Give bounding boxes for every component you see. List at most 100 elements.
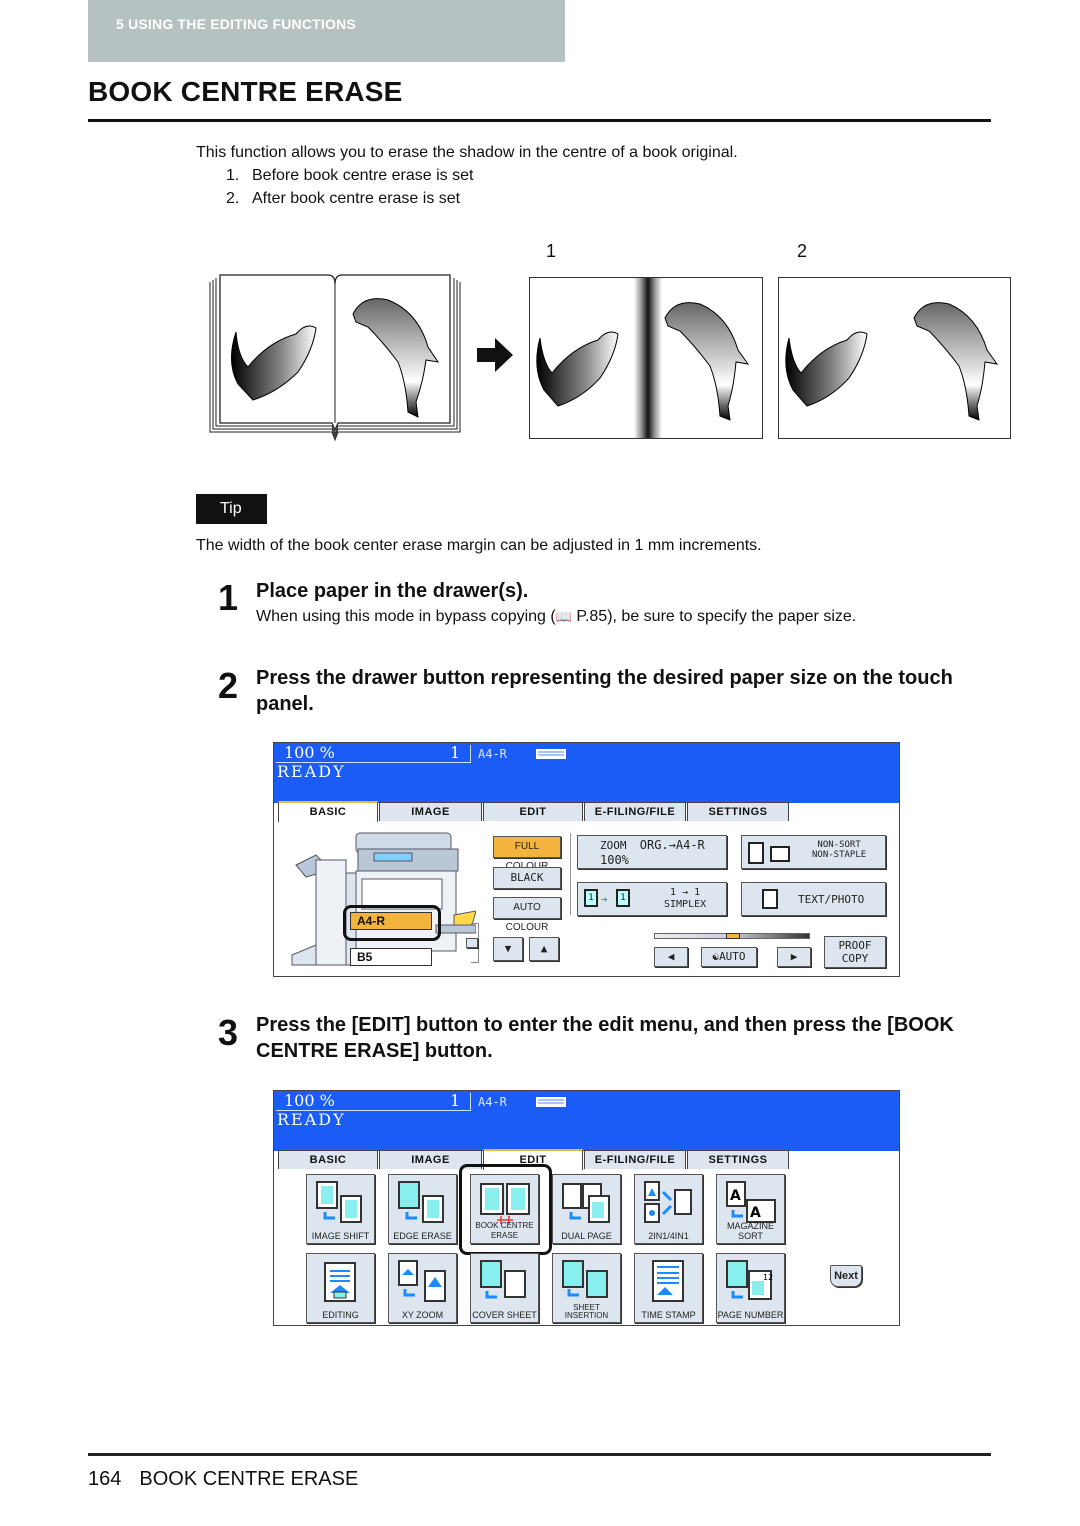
- full-colour-button[interactable]: FULL COLOUR: [493, 836, 561, 872]
- copies-readout: 1: [450, 743, 461, 762]
- sheet-insertion-button[interactable]: SHEET INSERTION: [552, 1253, 621, 1323]
- button-label: 2IN1/4IN1: [648, 1231, 689, 1241]
- list-item: 1. Before book centre erase is set: [226, 164, 738, 187]
- image-shift-button[interactable]: IMAGE SHIFT: [306, 1174, 375, 1244]
- copies-readout: 1: [450, 1091, 461, 1110]
- duplex-label: 1 → 1 SIMPLEX: [664, 887, 707, 910]
- button-label: BOOK CENTRE ERASE: [475, 1221, 534, 1240]
- editing-button[interactable]: EDITING: [306, 1253, 375, 1323]
- page-reference-link[interactable]: P.85), be sure to specify the paper size…: [572, 608, 856, 625]
- button-label: EDGE ERASE: [393, 1231, 452, 1241]
- drawer-button-b5[interactable]: B5: [350, 948, 432, 966]
- magazine-sort-button[interactable]: AA MAGAZINE SORT: [716, 1174, 785, 1244]
- time-stamp-icon: [652, 1260, 684, 1302]
- footer-divider: [88, 1453, 991, 1456]
- proof-copy-button[interactable]: PROOF COPY: [824, 936, 886, 968]
- 2in1-4in1-button[interactable]: 2IN1/4IN1: [634, 1174, 703, 1244]
- edge-erase-button[interactable]: EDGE ERASE: [388, 1174, 457, 1244]
- xy-zoom-icon: [398, 1260, 446, 1302]
- step-number: 3: [218, 1012, 239, 1053]
- page-stack-icon: [770, 846, 790, 862]
- tab-edit[interactable]: EDIT: [483, 802, 583, 821]
- button-label: TIME STAMP: [641, 1310, 696, 1320]
- dual-page-button[interactable]: DUAL PAGE: [552, 1174, 621, 1244]
- scroll-down-button[interactable]: ▼: [493, 937, 523, 961]
- xy-zoom-button[interactable]: XY ZOOM: [388, 1253, 457, 1323]
- divider: [570, 833, 571, 915]
- drawer-button-a4r[interactable]: A4-R: [350, 912, 432, 930]
- figure-label-2: 2: [797, 241, 808, 261]
- figure-label-1: 1: [546, 241, 557, 261]
- list-item: 2. After book centre erase is set: [226, 187, 738, 210]
- step-heading: Press the [EDIT] button to enter the edi…: [256, 1014, 954, 1062]
- step-body: When using this mode in bypass copying (…: [256, 608, 856, 626]
- button-label: PAGE NUMBER: [717, 1310, 784, 1320]
- touch-panel-basic: 100 % 1 A4-R READY BASIC IMAGE EDIT E-FI…: [273, 742, 900, 977]
- book-reference-icon: 📖: [555, 609, 572, 624]
- copy-before-erase: [529, 277, 763, 439]
- open-book-illustration: [209, 274, 461, 442]
- list-text: After book centre erase is set: [252, 190, 461, 207]
- tab-settings[interactable]: SETTINGS: [687, 1150, 789, 1169]
- auto-label: AUTO: [719, 950, 746, 963]
- zoom-readout: 100 %: [284, 743, 335, 762]
- copy-animals-illustration: [785, 302, 999, 421]
- paper-size-readout: A4-R: [478, 1095, 507, 1109]
- time-stamp-button[interactable]: TIME STAMP: [634, 1253, 703, 1323]
- list-number: 1.: [226, 167, 240, 184]
- status-text: READY: [277, 762, 346, 781]
- intro-list: 1. Before book centre erase is set 2. Afte…: [226, 164, 738, 210]
- cover-sheet-button[interactable]: COVER SHEET: [470, 1253, 539, 1323]
- density-scale: [654, 933, 810, 939]
- 2in1-4in1-icon: [644, 1181, 692, 1223]
- panel-status-bar: 100 % 1 A4-R READY: [274, 1091, 899, 1151]
- tab-e-filing[interactable]: E-FILING/FILE: [584, 1150, 686, 1169]
- tab-basic[interactable]: BASIC: [278, 801, 378, 822]
- copy-label: COPY: [841, 952, 869, 965]
- proof-label: PROOF: [838, 939, 872, 952]
- next-button[interactable]: Next: [830, 1265, 862, 1287]
- tab-e-filing[interactable]: E-FILING/FILE: [584, 802, 686, 821]
- cover-sheet-icon: [480, 1260, 526, 1299]
- page-number-button[interactable]: 12 PAGE NUMBER: [716, 1253, 785, 1323]
- touch-panel-edit: 100 % 1 A4-R READY BASIC IMAGE EDIT E-FI…: [273, 1090, 900, 1326]
- panel-tabs: BASIC IMAGE EDIT E-FILING/FILE SETTINGS: [276, 1149, 901, 1170]
- zoom-button[interactable]: ZOOM ORG.→A4-R 100%: [577, 835, 727, 869]
- arrow-icon: ➔: [601, 893, 608, 906]
- black-button[interactable]: BLACK: [493, 867, 561, 889]
- zoom-org-label: ORG.→A4-R: [639, 838, 705, 852]
- sort-staple-button[interactable]: NON-SORT NON-STAPLE: [741, 835, 886, 869]
- lighter-button[interactable]: ◀: [654, 947, 688, 967]
- tip-text: The width of the book center erase margi…: [196, 537, 762, 554]
- scroll-up-button[interactable]: ▲: [529, 937, 559, 961]
- tab-image[interactable]: IMAGE: [379, 802, 482, 821]
- edge-erase-icon: [398, 1181, 444, 1223]
- auto-colour-button[interactable]: AUTO COLOUR: [493, 897, 561, 933]
- step-number: 1: [218, 577, 239, 618]
- step-body-text: When using this mode in bypass copying (: [256, 608, 556, 625]
- original-mode-button[interactable]: TEXT/PHOTO: [741, 882, 886, 916]
- paper-tray-icon: [536, 1097, 566, 1107]
- duplex-button[interactable]: 1 ➔ 1 1 → 1 SIMPLEX: [577, 882, 727, 916]
- darker-button[interactable]: ▶: [777, 947, 811, 967]
- step-number: 2: [218, 665, 239, 706]
- density-marker[interactable]: [726, 933, 740, 939]
- bypass-tray-icon: [466, 938, 478, 948]
- step-heading: Press the drawer button representing the…: [256, 667, 953, 715]
- arrow-right-icon: [477, 338, 513, 372]
- intro-text: This function allows you to erase the sh…: [196, 144, 738, 161]
- step-heading: Place paper in the drawer(s).: [256, 580, 529, 602]
- book-centre-erase-button[interactable]: BOOK CENTRE ERASE: [470, 1174, 539, 1244]
- page-title: BOOK CENTRE ERASE: [88, 76, 403, 107]
- panel-status-bar: 100 % 1 A4-R READY: [274, 743, 899, 803]
- tab-settings[interactable]: SETTINGS: [687, 802, 789, 821]
- tab-basic[interactable]: BASIC: [278, 1150, 378, 1169]
- sheet-insertion-icon: [562, 1260, 608, 1298]
- zoom-readout: 100 %: [284, 1091, 335, 1110]
- paper-tray-icon: [536, 749, 566, 759]
- auto-density-button[interactable]: ☯AUTO: [701, 947, 757, 967]
- svg-text:A: A: [750, 1205, 761, 1221]
- footer-title: BOOK CENTRE ERASE: [139, 1468, 359, 1490]
- button-label: EDITING: [322, 1310, 359, 1320]
- paper-size-readout: A4-R: [478, 747, 507, 761]
